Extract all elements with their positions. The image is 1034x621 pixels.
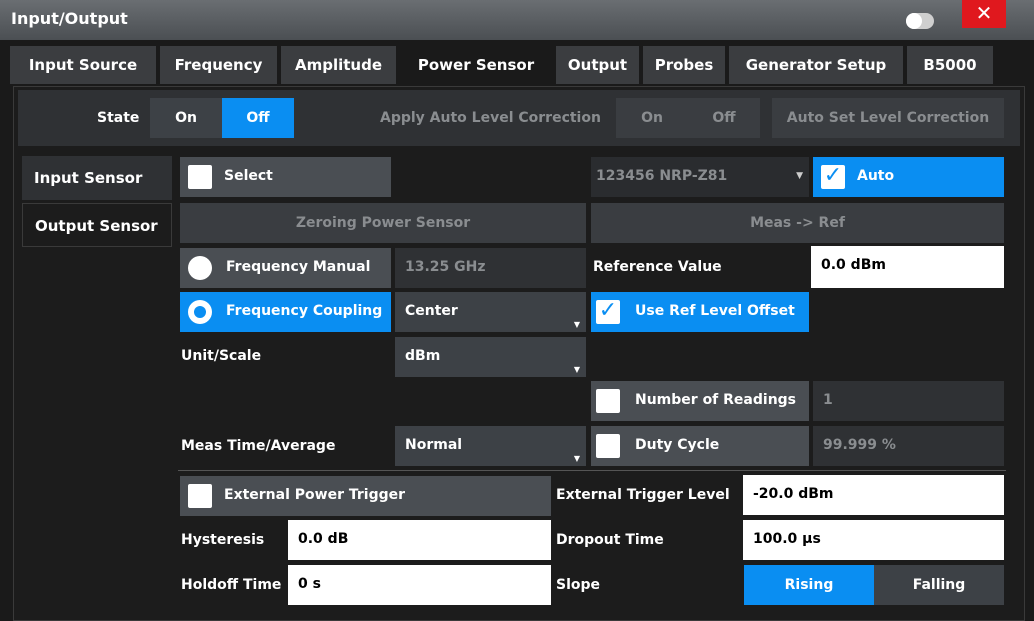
slope-label: Slope [556,577,601,593]
checkbox-icon [596,389,620,413]
slope-falling-button[interactable]: Falling [874,565,1004,605]
frequency-coupling-value: Center [405,303,458,319]
ref-offset-label: Use Ref Level Offset [635,303,795,319]
number-of-readings-field[interactable]: 1 [813,381,1004,421]
tab-probes[interactable]: Probes [643,46,725,84]
dropout-time-label: Dropout Time [556,532,664,548]
output-sensor-tab[interactable]: Output Sensor [22,203,172,247]
tab-power-sensor[interactable]: Power Sensor [400,46,552,86]
checkbox-icon [188,484,212,508]
close-button[interactable]: ✕ [962,0,1006,28]
checkmark-icon: ✓ [821,165,845,189]
meas-time-dropdown[interactable]: Normal ▼ [395,426,586,466]
tab-generator-setup[interactable]: Generator Setup [729,46,903,84]
tab-input-source[interactable]: Input Source [10,46,156,84]
tab-amplitude[interactable]: Amplitude [281,46,396,84]
external-trigger-level-label: External Trigger Level [556,487,730,503]
state-label: State [97,110,140,126]
zeroing-button[interactable]: Zeroing Power Sensor [180,203,586,243]
chevron-down-icon: ▼ [573,365,580,374]
checkbox-icon [188,165,212,189]
frequency-coupling-label: Frequency Coupling [226,303,383,319]
tab-frequency[interactable]: Frequency [160,46,277,84]
meas-time-label: Meas Time/Average [181,438,336,454]
frequency-coupling-dropdown[interactable]: Center ▼ [395,292,586,332]
frequency-coupling-radio[interactable]: Frequency Coupling [180,292,391,332]
external-power-trigger-label: External Power Trigger [224,487,406,503]
duty-cycle-field[interactable]: 99.999 % [813,426,1004,466]
tab-output[interactable]: Output [556,46,639,84]
state-off-button[interactable]: Off [222,98,294,138]
duty-cycle-checkbox[interactable]: Duty Cycle [591,426,809,466]
select-checkbox[interactable]: Select [180,157,391,197]
device-dropdown[interactable]: 123456 NRP-Z81 ▼ [591,157,809,197]
tab-b5000[interactable]: B5000 [907,46,993,84]
chevron-down-icon: ▼ [796,171,803,181]
frequency-manual-label: Frequency Manual [226,259,371,275]
checkbox-icon [596,434,620,458]
radio-icon [188,256,212,280]
frequency-manual-field[interactable]: 13.25 GHz [395,248,586,288]
meas-time-value: Normal [405,437,463,453]
checkmark-icon: ✓ [596,300,620,324]
state-on-button[interactable]: On [150,98,222,138]
device-value: 123456 NRP-Z81 [596,168,728,184]
reference-value-field[interactable]: 0.0 dBm [811,246,1004,288]
radio-selected-icon [188,300,212,324]
chevron-down-icon: ▼ [573,454,580,463]
toggle-icon[interactable] [906,13,934,29]
number-of-readings-checkbox[interactable]: Number of Readings [591,381,809,421]
input-sensor-tab[interactable]: Input Sensor [22,156,172,200]
external-trigger-level-field[interactable]: -20.0 dBm [743,475,1004,515]
auto-level-label: Apply Auto Level Correction [380,110,601,126]
meas-ref-button[interactable]: Meas -> Ref [591,203,1004,243]
reference-value-label: Reference Value [593,259,722,275]
auto-checkbox[interactable]: ✓ Auto [813,157,1004,197]
hysteresis-label: Hysteresis [181,532,265,548]
window-title: Input/Output [11,9,128,28]
auto-label: Auto [857,168,895,184]
auto-level-off-button[interactable]: Off [688,98,760,138]
holdoff-time-label: Holdoff Time [181,577,282,593]
unit-scale-value: dBm [405,348,441,364]
ref-offset-checkbox[interactable]: ✓ Use Ref Level Offset [591,292,809,332]
unit-scale-label: Unit/Scale [181,348,262,364]
slope-rising-button[interactable]: Rising [744,565,874,605]
external-power-trigger-checkbox[interactable]: External Power Trigger [180,476,551,516]
hysteresis-field[interactable]: 0.0 dB [288,520,551,560]
divider [178,470,1006,471]
select-label: Select [224,168,273,184]
dropout-time-field[interactable]: 100.0 µs [743,520,1004,560]
auto-level-on-button[interactable]: On [616,98,688,138]
number-of-readings-label: Number of Readings [635,392,797,408]
unit-scale-dropdown[interactable]: dBm ▼ [395,337,586,377]
duty-cycle-label: Duty Cycle [635,437,720,453]
frequency-manual-radio[interactable]: Frequency Manual [180,248,391,288]
auto-set-level-button[interactable]: Auto Set Level Correction [772,98,1004,138]
title-bar [0,0,1034,40]
holdoff-time-field[interactable]: 0 s [288,565,551,605]
